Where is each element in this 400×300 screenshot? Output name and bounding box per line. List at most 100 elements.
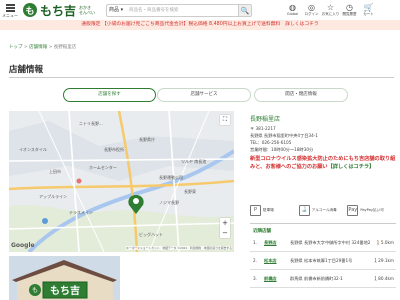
logo-sub: おかき せんべい: [79, 5, 95, 15]
search-scope-label: 商品: [109, 7, 120, 13]
row-number: 1.: [253, 240, 257, 245]
header-login-label: ログイン: [304, 12, 319, 16]
page-title: 店舗情報: [9, 65, 44, 75]
logo-mark: も: [23, 3, 37, 17]
menu-label: メニュー: [2, 13, 18, 18]
breadcrumb-stores[interactable]: 店舗情報: [29, 45, 47, 50]
map-label: ニトリ長野...: [79, 120, 103, 126]
row-distance: 🚶29.1km: [373, 258, 394, 264]
services-divider: [250, 223, 396, 224]
header-global[interactable]: ◍ Global: [283, 3, 302, 19]
breadcrumb-home[interactable]: トップ: [9, 45, 23, 50]
nearby-store-row[interactable]: 3. 前橋店 群馬県 前橋市新前橋町32-1 🚶80.4km: [250, 272, 396, 288]
row-distance: 🚶80.4km: [373, 276, 394, 282]
covid-notice[interactable]: 新型コロナウイルス感染拡大防止のためにもち吉店舗の取り組みと、お客様へのご協力の…: [250, 155, 396, 171]
search-bar: 商品 ▾ 商品名・商品番号を検索 🔍: [106, 4, 252, 17]
header-cart-label: カート: [363, 12, 374, 16]
covid-notice-link[interactable]: 【詳しくはコチラ】: [328, 164, 375, 170]
nearby-store-link[interactable]: 前橋店: [264, 276, 277, 282]
map-label: 長野東: [184, 188, 196, 194]
user-icon: ◎: [308, 3, 315, 12]
logo-sub-2: せんべい: [79, 10, 96, 15]
row-pref: 群馬県: [290, 276, 303, 281]
nearby-heading: 近隣店舗: [253, 229, 271, 234]
map-label: ホームセンター: [89, 164, 117, 170]
store-zip: 〒 381-2217: [250, 126, 276, 131]
store-photo: も もち吉: [9, 256, 120, 300]
header-cart[interactable]: 🛒 カート: [359, 3, 378, 19]
nearby-store-row[interactable]: 1. 長野店 長野県 長野市大字中御所字中村 324番地2 🚶5.0km: [250, 236, 396, 252]
breadcrumb: トップ > 店舗情報 > 長野稲里店: [9, 44, 76, 50]
map-label: ビッグハット: [139, 231, 163, 237]
header-global-label: Global: [286, 12, 299, 16]
logo-name: もち吉: [40, 3, 77, 18]
map-label: アップルライン: [39, 193, 67, 199]
row-pref: 長野県: [290, 240, 303, 245]
breadcrumb-sep: >: [47, 45, 54, 50]
service-label: アルコール消毒: [311, 207, 337, 212]
site-logo[interactable]: も もち吉 おかき せんべい: [23, 3, 95, 18]
distance-value: 80.4km: [378, 276, 394, 281]
store-services: P 駐車場 🍶 アルコール消毒 Pay PayPay払い可: [250, 200, 396, 220]
map-attribution[interactable]: キーボードショートカット 地図データ ©2021 利用規約 地図の誤りを報告する: [126, 246, 232, 250]
store-sign-text: もち吉: [50, 284, 80, 297]
nearby-store-row[interactable]: 2. 松本店 長野県 松本市筑摩1丁目29番1号 🚶29.1km: [250, 254, 396, 270]
distance-value: 29.1km: [378, 258, 394, 263]
zoom-control[interactable]: + −: [220, 218, 230, 238]
map-label: イオンスタイル: [19, 146, 47, 152]
service-label: 駐車場: [263, 207, 274, 212]
row-number: 3.: [253, 276, 257, 281]
poi-icon: [42, 218, 48, 224]
google-logo: Google: [11, 242, 35, 249]
parking-icon: P: [250, 204, 261, 216]
row-divider: [250, 287, 396, 288]
header-favorites[interactable]: ☆ お気に入り: [321, 3, 340, 19]
header-login[interactable]: ◎ ログイン: [302, 3, 321, 19]
menu-button[interactable]: メニュー: [2, 2, 18, 20]
service-alcohol: 🍶 アルコール消毒: [298, 200, 348, 220]
row-divider: [250, 251, 396, 252]
tab-openings-closings[interactable]: 開店・閉店情報: [254, 88, 348, 102]
zoom-out-button[interactable]: −: [220, 228, 230, 238]
service-paypay: Pay PayPay払い可: [347, 200, 396, 220]
map-label: テラスメイン: [69, 209, 93, 215]
nearby-store-link[interactable]: 長野店: [264, 240, 277, 246]
map-label: 上田市: [49, 168, 61, 174]
search-button[interactable]: 🔍: [238, 5, 251, 16]
promo-banner[interactable]: 通販限定 【小袋のお届け見ごこち商品代金合計】税込価格 8,480円以上お買上げ…: [0, 20, 400, 30]
svg-text:も: も: [32, 287, 38, 294]
history-icon: ◷: [346, 3, 353, 12]
map-label: 長野運動公園: [159, 174, 183, 180]
header-history[interactable]: ◷ 閲覧履歴: [340, 3, 359, 19]
row-distance: 🚶5.0km: [376, 240, 394, 246]
row-number: 2.: [253, 258, 257, 263]
search-input[interactable]: 商品名・商品番号を検索: [129, 6, 179, 15]
store-tel[interactable]: TEL：026-256-6105: [250, 139, 318, 146]
hamburger-icon: [6, 4, 15, 6]
map-label: ノジマ長野: [159, 199, 179, 205]
alcohol-icon: 🍶: [298, 204, 310, 216]
globe-icon: ◍: [289, 3, 296, 12]
nearby-store-link[interactable]: 松本店: [264, 258, 277, 264]
store-map[interactable]: ニトリ長野... 長野市役所 長野県庁 イオンスタイル 上田市 ツルヤ 南長池 …: [9, 111, 234, 252]
distance-value: 5.0km: [380, 240, 394, 245]
row-address: 松本市筑摩1丁目29番1号: [304, 258, 353, 263]
store-address-block: 〒 381-2217 長野県 長野市稲里町中央4丁目34-1 TEL：026-2…: [250, 125, 318, 153]
search-scope-select[interactable]: 商品 ▾: [109, 6, 123, 15]
map-label: 長野県庁: [139, 136, 155, 142]
store-hours: 営業時間：10時00分～18時30分: [250, 147, 314, 152]
header-history-label: 閲覧履歴: [342, 12, 357, 16]
tab-find-store[interactable]: 店舗を探す: [63, 88, 156, 102]
paypay-icon: Pay: [347, 204, 359, 216]
fullscreen-icon[interactable]: ⛶: [220, 115, 230, 125]
poi-icon: [76, 178, 82, 184]
store-address: 長野県 長野市稲里町中央4丁目34-1: [250, 133, 318, 138]
map-canvas: ニトリ長野... 長野市役所 長野県庁 イオンスタイル 上田市 ツルヤ 南長池 …: [9, 111, 234, 252]
service-label: PayPay払い可: [360, 207, 384, 212]
zoom-in-button[interactable]: +: [220, 218, 230, 228]
header-favorites-label: お気に入り: [321, 12, 340, 16]
row-address: 前橋市新前橋町32-1: [304, 276, 343, 281]
tab-store-services[interactable]: 店舗サービス: [157, 88, 251, 102]
title-divider: [9, 77, 394, 78]
cart-icon: 🛒: [363, 3, 374, 12]
